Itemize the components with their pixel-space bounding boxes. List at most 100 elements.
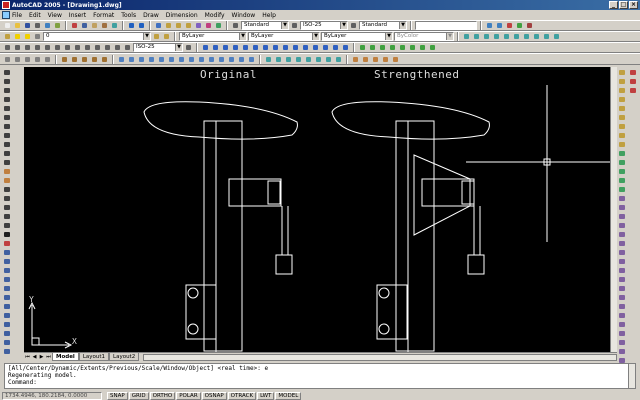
polar-toggle[interactable]: POLAR	[176, 391, 201, 400]
join-icon[interactable]	[3, 348, 12, 356]
view-icon-6[interactable]	[512, 32, 521, 41]
edit-polyline-icon[interactable]	[23, 55, 32, 64]
landscape-icon[interactable]	[304, 55, 313, 64]
menu-edit[interactable]: Edit	[29, 12, 41, 19]
clean-icon[interactable]	[618, 330, 627, 338]
inquiry-distance-icon[interactable]	[618, 150, 627, 158]
arc-icon[interactable]	[3, 114, 12, 122]
setup-drawing-icon[interactable]	[227, 55, 236, 64]
color-edges-icon[interactable]	[618, 312, 627, 320]
view-icon-8[interactable]	[532, 32, 541, 41]
snap-none-icon[interactable]	[331, 43, 340, 52]
ucs-zaxis-icon[interactable]	[418, 43, 427, 52]
publish-icon[interactable]	[53, 21, 62, 30]
coordinate-display[interactable]: 1734.4946, 180.2184, 0.0000	[2, 391, 102, 400]
diameter-dim-icon[interactable]	[43, 43, 52, 52]
ellipse-icon[interactable]	[3, 150, 12, 158]
undo-icon[interactable]	[127, 21, 136, 30]
refresh-icon[interactable]	[525, 21, 534, 30]
minimize-button[interactable]: _	[609, 1, 618, 9]
plot-icon[interactable]	[33, 21, 42, 30]
view-icon-7[interactable]	[522, 32, 531, 41]
color-dropdown[interactable]: ByLayer ▼	[179, 32, 247, 41]
zoom-dynamic-icon[interactable]	[618, 78, 627, 86]
sphere-icon[interactable]	[127, 55, 136, 64]
fog-icon[interactable]	[314, 55, 323, 64]
gradient-icon[interactable]	[3, 204, 12, 212]
fillet-icon[interactable]	[629, 69, 638, 77]
line-icon[interactable]	[3, 69, 12, 77]
copy-icon[interactable]	[80, 21, 89, 30]
snap-tangent-icon[interactable]	[271, 43, 280, 52]
text-style-icon[interactable]	[231, 21, 240, 30]
zoom-extents-icon[interactable]	[618, 141, 627, 149]
box-icon[interactable]	[117, 55, 126, 64]
mirror-icon[interactable]	[3, 258, 12, 266]
horizontal-scrollbar[interactable]	[143, 353, 617, 361]
plotstyle-dropdown[interactable]: ByColor ▼	[394, 32, 454, 41]
table-style-icon[interactable]	[349, 21, 358, 30]
view-icon-2[interactable]	[472, 32, 481, 41]
otrack-toggle[interactable]: OTRACK	[227, 391, 257, 400]
inquiry-massprop-icon[interactable]	[618, 168, 627, 176]
zoom-all-icon[interactable]	[618, 132, 627, 140]
delete-faces-icon[interactable]	[618, 258, 627, 266]
scenes-icon[interactable]	[274, 55, 283, 64]
view-icon-10[interactable]	[552, 32, 561, 41]
tab-first-icon[interactable]: ⏮	[24, 354, 31, 361]
offset-faces-icon[interactable]	[618, 249, 627, 257]
scale-icon[interactable]	[3, 303, 12, 311]
view-icon-9[interactable]	[542, 32, 551, 41]
table-style-dropdown[interactable]: Standard ▼	[359, 21, 407, 30]
pan-icon[interactable]	[154, 21, 163, 30]
spline-icon[interactable]	[3, 141, 12, 149]
imprint-icon[interactable]	[618, 321, 627, 329]
command-window[interactable]: [All/Center/Dynamic/Extents/Previous/Sca…	[4, 363, 636, 389]
snap-extension-icon[interactable]	[241, 43, 250, 52]
menu-view[interactable]: View	[48, 12, 62, 19]
inquiry-locate-icon[interactable]	[618, 186, 627, 194]
erase-icon[interactable]	[3, 240, 12, 248]
cut-icon[interactable]	[70, 21, 79, 30]
stretch-icon[interactable]	[3, 312, 12, 320]
tolerance-icon[interactable]	[103, 43, 112, 52]
tab-prev-icon[interactable]: ◀	[31, 354, 38, 361]
snap-apparent-icon[interactable]	[231, 43, 240, 52]
snap-parallel-icon[interactable]	[291, 43, 300, 52]
hide-icon[interactable]	[351, 55, 360, 64]
radius-dim-icon[interactable]	[33, 43, 42, 52]
zoom-out-icon[interactable]	[618, 123, 627, 131]
inquiry-list-icon[interactable]	[618, 177, 627, 185]
edit-attribute-icon[interactable]	[43, 55, 52, 64]
design-center-icon[interactable]	[204, 21, 213, 30]
view-icon-3[interactable]	[482, 32, 491, 41]
move-icon[interactable]	[3, 285, 12, 293]
snap-nearest-icon[interactable]	[321, 43, 330, 52]
back-icon[interactable]	[485, 21, 494, 30]
autocad-app-icon[interactable]	[2, 1, 10, 9]
zoom-object-icon[interactable]	[618, 105, 627, 113]
baseline-dim-icon[interactable]	[73, 43, 82, 52]
drawing-area[interactable]: Original Strengthened Y X	[24, 67, 610, 352]
table-icon[interactable]	[3, 222, 12, 230]
aligned-dim-icon[interactable]	[13, 43, 22, 52]
3d-zoom-icon[interactable]	[80, 55, 89, 64]
move-faces-icon[interactable]	[618, 240, 627, 248]
view-icon-5[interactable]	[502, 32, 511, 41]
torus-icon[interactable]	[167, 55, 176, 64]
snap-midpoint-icon[interactable]	[211, 43, 220, 52]
extrude-faces-icon[interactable]	[618, 231, 627, 239]
circle-icon[interactable]	[3, 123, 12, 131]
menu-window[interactable]: Window	[232, 12, 256, 19]
explode-icon[interactable]	[629, 87, 638, 95]
continue-dim-icon[interactable]	[83, 43, 92, 52]
statistics-icon[interactable]	[334, 55, 343, 64]
match-properties-icon[interactable]	[100, 21, 109, 30]
snap-quadrant-icon[interactable]	[261, 43, 270, 52]
mtext-icon[interactable]	[3, 231, 12, 239]
linetype-dropdown[interactable]: ByLayer ▼	[248, 32, 320, 41]
forward-icon[interactable]	[495, 21, 504, 30]
edit-spline-icon[interactable]	[33, 55, 42, 64]
copy-edges-icon[interactable]	[618, 303, 627, 311]
gouraud-icon[interactable]	[391, 55, 400, 64]
